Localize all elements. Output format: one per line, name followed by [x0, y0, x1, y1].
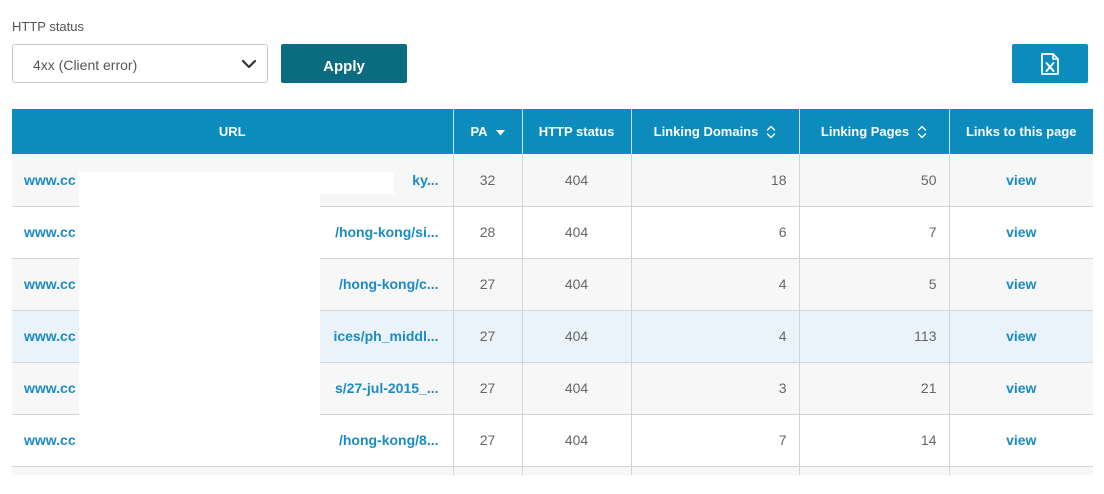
- apply-button[interactable]: Apply: [281, 44, 407, 83]
- url-link-start[interactable]: www.cc: [24, 328, 76, 344]
- url-link-end[interactable]: /hong-kong/8...: [339, 432, 439, 448]
- view-link[interactable]: view: [949, 414, 1093, 467]
- pa-cell: 27: [453, 362, 523, 415]
- pa-cell: 32: [453, 154, 523, 207]
- pa-cell: 28: [453, 206, 523, 259]
- linking-domains-cell: 18: [631, 154, 800, 207]
- http-status-select[interactable]: 4xx (Client error): [12, 44, 268, 83]
- column-header-url[interactable]: URL: [12, 109, 454, 154]
- linking-domains-cell-empty: [631, 466, 800, 475]
- export-excel-button[interactable]: [1012, 44, 1088, 83]
- column-header-pa[interactable]: PA: [453, 109, 523, 154]
- column-header-links-to-page: Links to this page: [949, 109, 1093, 154]
- http-status-cell: 404: [522, 154, 632, 207]
- excel-file-icon: [1041, 53, 1059, 75]
- view-link[interactable]: view: [949, 362, 1093, 415]
- view-link[interactable]: view: [949, 206, 1093, 259]
- url-link-end[interactable]: ky...: [412, 172, 438, 188]
- url-link-start[interactable]: www.cc: [24, 380, 76, 396]
- column-header-label: Links to this page: [965, 124, 1077, 139]
- linking-pages-cell-empty: [799, 466, 950, 475]
- linking-pages-cell: 14: [799, 414, 950, 467]
- linking-domains-cell: 3: [631, 362, 800, 415]
- sort-both-icon: [767, 126, 776, 139]
- url-link-end[interactable]: /hong-kong/si...: [335, 224, 438, 240]
- pa-cell-empty: [453, 466, 523, 475]
- url-link-start[interactable]: www.cc: [24, 276, 76, 292]
- linking-pages-cell: 50: [799, 154, 950, 207]
- url-link-end[interactable]: /hong-kong/c...: [339, 276, 439, 292]
- links-cell-empty: [949, 466, 1093, 475]
- column-header-label: Linking Domains: [653, 123, 759, 139]
- linking-pages-cell: 5: [799, 258, 950, 311]
- url-cell-empty: [12, 466, 454, 475]
- linking-pages-cell: 113: [799, 310, 950, 363]
- pa-cell: 27: [453, 414, 523, 467]
- view-link[interactable]: view: [949, 258, 1093, 311]
- url-cell[interactable]: www.cc/hong-kong/8...: [12, 414, 454, 467]
- view-link[interactable]: view: [949, 310, 1093, 363]
- table-row-partial: [12, 466, 1093, 475]
- http-status-cell: 404: [522, 362, 632, 415]
- linking-pages-cell: 21: [799, 362, 950, 415]
- chevron-down-icon: [241, 59, 257, 69]
- linking-domains-cell: 6: [631, 206, 800, 259]
- linking-domains-cell: 7: [631, 414, 800, 467]
- table-row: www.cc/hong-kong/8... 27 404 7 14 view: [12, 414, 1093, 467]
- view-link[interactable]: view: [949, 154, 1093, 207]
- url-link-start[interactable]: www.cc: [24, 172, 76, 188]
- column-header-label: PA: [470, 124, 488, 139]
- pa-cell: 27: [453, 310, 523, 363]
- http-status-cell: 404: [522, 310, 632, 363]
- column-header-label: Linking Pages: [820, 123, 910, 139]
- column-header-label: HTTP status: [538, 124, 615, 139]
- url-link-start[interactable]: www.cc: [24, 224, 76, 240]
- sort-descending-icon: [495, 129, 505, 136]
- redaction-block: [79, 194, 320, 416]
- http-status-select-value: 4xx (Client error): [33, 57, 138, 73]
- pa-cell: 27: [453, 258, 523, 311]
- url-link-end[interactable]: s/27-jul-2015_...: [335, 380, 439, 396]
- linking-pages-cell: 7: [799, 206, 950, 259]
- url-link-end[interactable]: ices/ph_middl...: [333, 328, 438, 344]
- http-status-cell: 404: [522, 414, 632, 467]
- redaction-block: [79, 172, 394, 194]
- column-header-http-status[interactable]: HTTP status: [522, 109, 632, 154]
- http-status-cell: 404: [522, 258, 632, 311]
- linking-domains-cell: 4: [631, 258, 800, 311]
- table-header-row: URL PA HTTP status Linking Domains Linki…: [12, 109, 1093, 154]
- http-status-label: HTTP status: [12, 19, 85, 34]
- url-link-start[interactable]: www.cc: [24, 432, 76, 448]
- column-header-linking-domains[interactable]: Linking Domains: [631, 109, 800, 154]
- apply-button-label: Apply: [323, 58, 365, 75]
- column-header-linking-pages[interactable]: Linking Pages: [799, 109, 950, 154]
- http-status-cell: 404: [522, 206, 632, 259]
- http-status-cell-empty: [522, 466, 632, 475]
- linking-domains-cell: 4: [631, 310, 800, 363]
- column-header-label: URL: [218, 124, 246, 139]
- sort-both-icon: [917, 126, 927, 139]
